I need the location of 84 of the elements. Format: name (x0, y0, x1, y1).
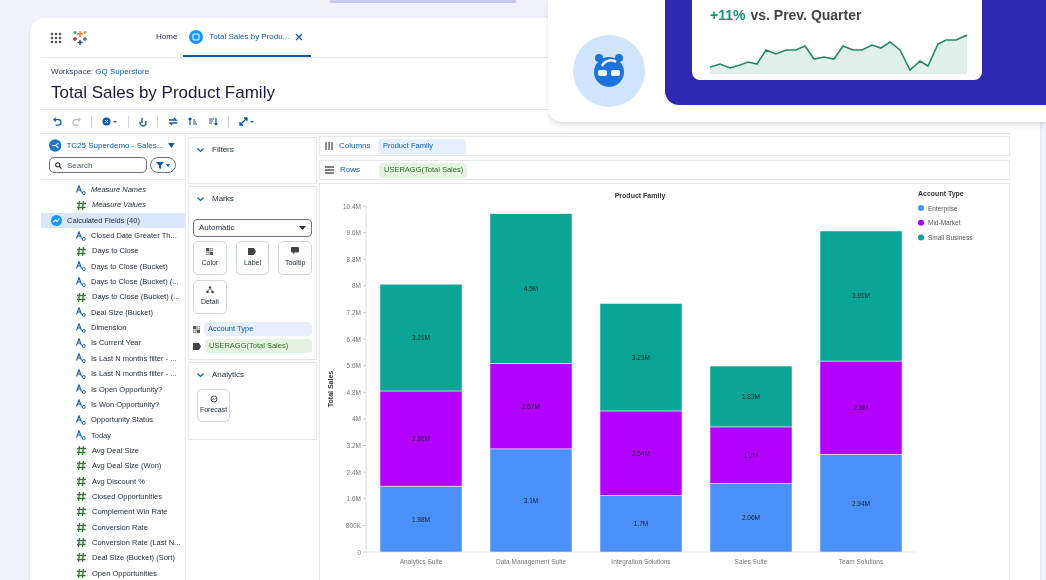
tooltip-icon (291, 247, 300, 256)
hash-icon (76, 537, 87, 549)
forecast-icon (209, 395, 218, 404)
text-field-icon (76, 414, 86, 425)
undo-icon[interactable] (53, 117, 62, 126)
columns-icon (325, 142, 333, 150)
hash-icon (76, 491, 87, 503)
sort-ascending-icon[interactable] (188, 117, 198, 126)
bar-segment[interactable] (489, 448, 573, 553)
bar-segment[interactable] (819, 360, 903, 455)
chevron-down-icon[interactable] (197, 196, 204, 202)
bar-segment[interactable] (709, 483, 793, 553)
text-field-icon (76, 230, 86, 241)
text-field-icon (76, 307, 86, 318)
tag-icon (248, 247, 257, 255)
tag-icon (193, 342, 201, 350)
workspace-link[interactable]: GQ Superstore (95, 67, 150, 76)
text-field-icon (76, 384, 86, 395)
hash-icon (76, 475, 87, 487)
data-source-name[interactable]: TC25 Superdemo - Sales... (66, 139, 164, 152)
hash-icon (76, 521, 87, 533)
color-icon (193, 325, 200, 333)
mark-type-dropdown[interactable]: Automatic (193, 219, 312, 237)
text-field-icon (76, 184, 86, 195)
workspace-label: Workspace: (51, 67, 94, 76)
hash-icon (76, 199, 87, 211)
text-field-icon (76, 276, 86, 287)
filter-icon (156, 161, 164, 169)
text-field-icon (76, 430, 86, 441)
chevron-down-icon[interactable] (197, 147, 204, 153)
text-field-icon (76, 322, 86, 333)
comparison-text: vs. Prev. Quarter (750, 6, 862, 25)
tab[interactable]: Home (150, 18, 184, 57)
hash-icon (76, 445, 87, 456)
text-field-icon (76, 261, 86, 272)
bar-segment[interactable] (819, 230, 903, 362)
hash-icon (76, 245, 87, 257)
close-icon[interactable] (295, 32, 304, 41)
card-title: Filters (212, 144, 234, 156)
caret-icon[interactable] (168, 143, 175, 148)
swap-icon[interactable] (168, 117, 178, 126)
color-icon (206, 247, 214, 255)
shelf-label: Rows (340, 164, 361, 176)
search-icon (55, 161, 62, 169)
tab[interactable]: Total Sales by Produ... (183, 18, 312, 57)
bar-segment[interactable] (819, 453, 903, 553)
bar-segment[interactable] (379, 283, 463, 392)
bar-segment[interactable] (599, 410, 683, 496)
caret-icon (166, 163, 170, 167)
detail-icon (205, 286, 214, 295)
bar-segment[interactable] (489, 213, 573, 364)
text-field-icon (76, 338, 86, 349)
shelf-label: Columns (339, 140, 372, 152)
text-field-icon (76, 353, 86, 364)
calculation-icon (51, 214, 62, 226)
bar-segment[interactable] (489, 363, 573, 450)
hash-icon (76, 567, 87, 579)
bar-segment[interactable] (599, 303, 683, 412)
hash-icon (76, 460, 87, 472)
clear-icon[interactable] (102, 117, 118, 126)
chevron-down-icon[interactable] (197, 372, 204, 378)
card-title: Marks (212, 193, 234, 205)
avatar-icon (573, 35, 645, 107)
change-value: +11% (710, 6, 746, 25)
data-source-icon (49, 139, 62, 152)
bar-segment[interactable] (709, 426, 793, 484)
fit-icon[interactable] (239, 117, 255, 126)
bar-segment[interactable] (379, 390, 463, 487)
hash-icon (76, 291, 87, 303)
bar-segment[interactable] (379, 485, 463, 553)
search-field[interactable]: Search (49, 157, 147, 173)
rows-icon (325, 166, 334, 174)
card-title: Analytics (212, 369, 244, 381)
app-launcher-icon[interactable] (50, 31, 62, 44)
text-field-icon (76, 399, 86, 410)
hash-icon (76, 552, 87, 564)
hash-icon (76, 506, 87, 518)
bar-segment[interactable] (599, 495, 683, 553)
bar-segment[interactable] (709, 365, 793, 428)
text-field-icon (76, 368, 86, 379)
logo-icon (72, 29, 88, 46)
sort-descending-icon[interactable] (208, 117, 218, 126)
caret-icon (299, 226, 306, 230)
workbook-icon (189, 29, 204, 44)
